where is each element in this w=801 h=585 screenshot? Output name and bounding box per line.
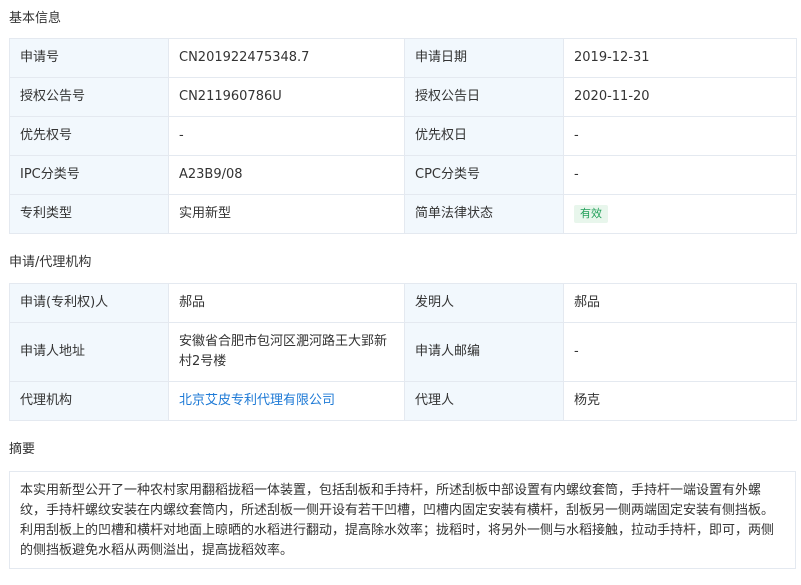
value-ipc-class: A23B9/08 xyxy=(168,155,405,195)
label-application-number: 申请号 xyxy=(9,38,169,78)
value-applicant: 郝品 xyxy=(168,283,405,323)
abstract-text: 本实用新型公开了一种农村家用翻稻拢稻一体装置，包括刮板和手持杆，所述刮板中部设置… xyxy=(9,471,796,569)
value-applicant-address: 安徽省合肥市包河区淝河路王大郢新村2号楼 xyxy=(168,322,405,382)
value-agent: 杨克 xyxy=(563,381,797,421)
value-patent-type: 实用新型 xyxy=(168,194,405,234)
table-row: IPC分类号 A23B9/08 CPC分类号 - xyxy=(9,155,797,195)
value-application-number: CN201922475348.7 xyxy=(168,38,405,78)
section-title-abstract: 摘要 xyxy=(9,442,36,457)
table-row: 授权公告号 CN211960786U 授权公告日 2020-11-20 xyxy=(9,77,797,117)
value-applicant-zipcode: - xyxy=(563,322,797,382)
label-priority-date: 优先权日 xyxy=(404,116,564,156)
label-legal-status: 简单法律状态 xyxy=(404,194,564,234)
value-priority-date: - xyxy=(563,116,797,156)
table-row: 申请人地址 安徽省合肥市包河区淝河路王大郢新村2号楼 申请人邮编 - xyxy=(9,322,797,382)
label-cpc-class: CPC分类号 xyxy=(404,155,564,195)
label-agent: 代理人 xyxy=(404,381,564,421)
label-applicant: 申请(专利权)人 xyxy=(9,283,169,323)
value-grant-number: CN211960786U xyxy=(168,77,405,117)
label-ipc-class: IPC分类号 xyxy=(9,155,169,195)
label-priority-number: 优先权号 xyxy=(9,116,169,156)
label-agency: 代理机构 xyxy=(9,381,169,421)
value-legal-status: 有效 xyxy=(563,194,797,234)
label-grant-date: 授权公告日 xyxy=(404,77,564,117)
label-applicant-zipcode: 申请人邮编 xyxy=(404,322,564,382)
section-title-agency: 申请/代理机构 xyxy=(9,255,92,270)
status-badge: 有效 xyxy=(574,205,608,223)
value-inventor: 郝品 xyxy=(563,283,797,323)
table-row: 申请号 CN201922475348.7 申请日期 2019-12-31 xyxy=(9,38,797,78)
label-patent-type: 专利类型 xyxy=(9,194,169,234)
value-cpc-class: - xyxy=(563,155,797,195)
label-inventor: 发明人 xyxy=(404,283,564,323)
label-applicant-address: 申请人地址 xyxy=(9,322,169,382)
label-grant-number: 授权公告号 xyxy=(9,77,169,117)
value-grant-date: 2020-11-20 xyxy=(563,77,797,117)
section-title-basic-info: 基本信息 xyxy=(9,11,62,26)
basic-info-table: 申请号 CN201922475348.7 申请日期 2019-12-31 授权公… xyxy=(9,38,797,234)
label-application-date: 申请日期 xyxy=(404,38,564,78)
value-agency: 北京艾皮专利代理有限公司 xyxy=(168,381,405,421)
value-application-date: 2019-12-31 xyxy=(563,38,797,78)
table-row: 专利类型 实用新型 简单法律状态 有效 xyxy=(9,194,797,234)
agency-link[interactable]: 北京艾皮专利代理有限公司 xyxy=(179,393,335,408)
agency-table: 申请(专利权)人 郝品 发明人 郝品 申请人地址 安徽省合肥市包河区淝河路王大郢… xyxy=(9,283,797,421)
value-priority-number: - xyxy=(168,116,405,156)
table-row: 代理机构 北京艾皮专利代理有限公司 代理人 杨克 xyxy=(9,381,797,421)
table-row: 优先权号 - 优先权日 - xyxy=(9,116,797,156)
table-row: 申请(专利权)人 郝品 发明人 郝品 xyxy=(9,283,797,323)
